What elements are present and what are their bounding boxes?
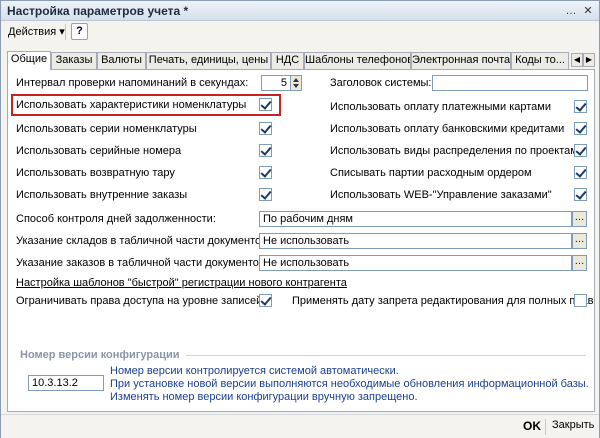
close-button[interactable]: Закрыть xyxy=(552,419,594,431)
use-project-distribution-label: Использовать виды распределения по проек… xyxy=(330,145,578,157)
config-version-info-line-1: Номер версии контролируется системой авт… xyxy=(110,365,399,377)
close-icon[interactable]: ✕ xyxy=(581,4,595,18)
group-divider xyxy=(186,355,586,356)
actions-menu-button[interactable]: Действия ▾ xyxy=(5,24,68,40)
use-bank-credits-label: Использовать оплату банковскими кредитам… xyxy=(330,123,565,135)
debt-control-select[interactable]: По рабочим дням xyxy=(259,211,572,227)
ok-button[interactable]: OK xyxy=(523,419,541,433)
tab-scroll-right-icon[interactable]: ▶ xyxy=(583,53,595,67)
debt-control-label: Способ контроля дней задолженности: xyxy=(16,213,216,225)
general-tab-panel: Интервал проверки напоминаний в секундах… xyxy=(7,69,595,412)
tab-general[interactable]: Общие xyxy=(7,51,51,70)
use-internal-orders-checkbox[interactable] xyxy=(259,188,272,201)
warehouses-mode-label: Указание складов в табличной части докум… xyxy=(16,235,271,247)
orders-mode-label: Указание заказов в табличной части докум… xyxy=(16,257,268,269)
config-version-group-title: Номер версии конфигурации xyxy=(20,349,180,361)
restrict-access-label: Ограничивать права доступа на уровне зап… xyxy=(16,295,263,307)
quick-registration-templates-link[interactable]: Настройка шаблонов "быстрой" регистрации… xyxy=(16,277,347,289)
warehouses-mode-choose-button[interactable]: … xyxy=(572,233,587,249)
restrict-access-checkbox[interactable] xyxy=(259,294,272,307)
config-version-info-line-2: При установке новой версии выполняются н… xyxy=(110,378,589,390)
help-button[interactable]: ? xyxy=(71,23,88,40)
use-bank-credits-checkbox[interactable] xyxy=(574,122,587,135)
use-web-orders-label: Использовать WEB-"Управление заказами" xyxy=(330,189,552,201)
use-returnable-containers-checkbox[interactable] xyxy=(259,166,272,179)
debt-control-choose-button[interactable]: … xyxy=(572,211,587,227)
footer-bar: OK Закрыть xyxy=(1,414,599,438)
write-off-by-order-checkbox[interactable] xyxy=(574,166,587,179)
ellipsis-icon[interactable]: … xyxy=(564,4,578,18)
settings-window: Настройка параметров учета * … ✕ Действи… xyxy=(0,0,600,438)
spin-up-icon[interactable] xyxy=(293,78,299,82)
use-web-orders-checkbox[interactable] xyxy=(574,188,587,201)
tab-strip: Общие Заказы Валюты Печать, единицы, цен… xyxy=(7,51,597,70)
orders-mode-select[interactable]: Не использовать xyxy=(259,255,572,271)
config-version-input[interactable]: 10.3.13.2 xyxy=(28,375,104,391)
toolbar: Действия ▾ ? xyxy=(1,21,599,43)
use-serial-numbers-label: Использовать серийные номера xyxy=(16,145,182,157)
reminder-interval-input[interactable]: 5 xyxy=(261,75,291,91)
reminder-interval-label: Интервал проверки напоминаний в секундах… xyxy=(16,77,249,89)
use-item-characteristics-label: Использовать характеристики номенклатуры xyxy=(16,99,247,111)
spin-down-icon[interactable] xyxy=(293,84,299,88)
use-serial-numbers-checkbox[interactable] xyxy=(259,144,272,157)
use-item-series-checkbox[interactable] xyxy=(259,122,272,135)
orders-mode-choose-button[interactable]: … xyxy=(572,255,587,271)
toolbar-separator xyxy=(65,24,66,40)
tab-email[interactable]: Электронная почта xyxy=(411,52,511,69)
use-item-series-label: Использовать серии номенклатуры xyxy=(16,123,197,135)
config-version-info-line-3: Изменять номер версии конфигурации вручн… xyxy=(110,391,418,403)
reminder-interval-spinner[interactable] xyxy=(290,75,302,91)
tab-codes[interactable]: Коды то... xyxy=(511,52,569,69)
use-project-distribution-checkbox[interactable] xyxy=(574,144,587,157)
use-internal-orders-label: Использовать внутренние заказы xyxy=(16,189,188,201)
edit-ban-date-label: Применять дату запрета редактирования дл… xyxy=(292,295,594,307)
footer-separator xyxy=(545,419,546,435)
tab-print-units-prices[interactable]: Печать, единицы, цены xyxy=(146,52,271,69)
use-returnable-containers-label: Использовать возвратную тару xyxy=(16,167,175,179)
title-bar[interactable]: Настройка параметров учета * … ✕ xyxy=(1,1,599,21)
edit-ban-date-checkbox[interactable] xyxy=(574,294,587,307)
tab-phone-templates[interactable]: Шаблоны телефонов xyxy=(304,52,411,69)
tab-vat[interactable]: НДС xyxy=(271,52,304,69)
window-title: Настройка параметров учета * xyxy=(7,4,189,18)
write-off-by-order-label: Списывать партии расходным ордером xyxy=(330,167,532,179)
warehouses-mode-select[interactable]: Не использовать xyxy=(259,233,572,249)
tab-scroll-left-icon[interactable]: ◀ xyxy=(571,53,583,67)
system-title-label: Заголовок системы: xyxy=(330,77,432,89)
tab-currencies[interactable]: Валюты xyxy=(97,52,146,69)
use-card-payments-checkbox[interactable] xyxy=(574,100,587,113)
use-card-payments-label: Использовать оплату платежными картами xyxy=(330,101,551,113)
tab-orders[interactable]: Заказы xyxy=(51,52,97,69)
system-title-input[interactable] xyxy=(432,75,588,91)
use-item-characteristics-checkbox[interactable] xyxy=(259,98,272,111)
